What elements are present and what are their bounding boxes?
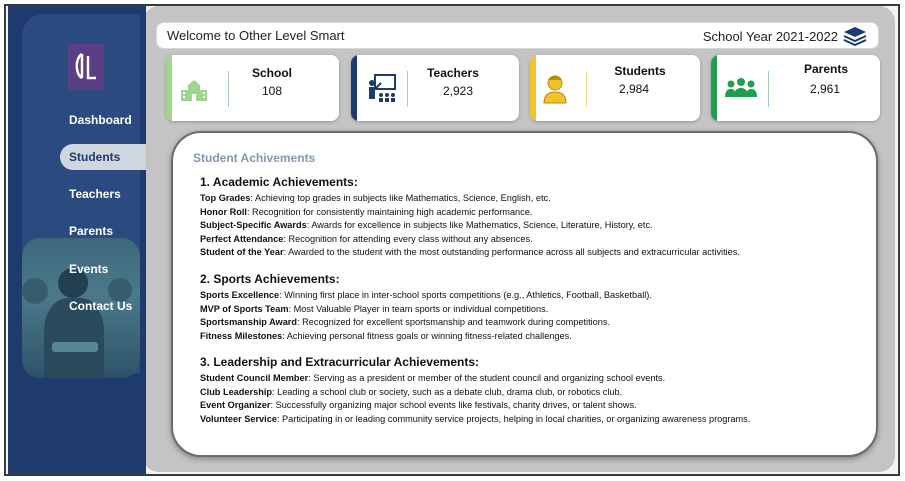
achievement-section-sports: 2. Sports Achievements: Sports Excellenc…	[200, 272, 860, 343]
item-text: : Winning first place in inter-school sp…	[279, 290, 652, 300]
list-item: Event Organizer: Successfully organizing…	[200, 399, 860, 413]
list-item: Student of the Year: Awarded to the stud…	[200, 246, 860, 260]
item-text: : Serving as a president or member of th…	[308, 373, 666, 383]
sidebar-item-label: Parents	[69, 224, 114, 238]
sidebar-item-events[interactable]: Events	[60, 256, 146, 282]
item-term: Event Organizer	[200, 400, 271, 410]
panel-title: Student Achivements	[193, 151, 316, 165]
list-item: Fitness Milestones: Achieving personal f…	[200, 330, 860, 344]
card-label: Students	[614, 64, 666, 78]
card-accent	[166, 55, 172, 121]
achievements-panel: Student Achivements 1. Academic Achievem…	[171, 131, 878, 457]
item-text: : Recognition for attending every class …	[283, 233, 533, 244]
card-value: 2,984	[618, 82, 650, 96]
item-term: Top Grades	[200, 193, 251, 203]
item-term: Subject-Specific Awards	[200, 220, 307, 230]
header-bar: Welcome to Other Level Smart School Year…	[156, 22, 879, 49]
item-text: : Achieving top grades in subjects like …	[250, 193, 551, 203]
stat-card-parents[interactable]: Parents 2,961	[711, 55, 880, 121]
section-heading: 2. Sports Achievements:	[200, 272, 340, 286]
card-value: 2,923	[442, 84, 474, 98]
list-item: Sportsmanship Award: Recognized for exce…	[200, 316, 860, 330]
item-text: : Recognized for excellent sportsmanship…	[297, 317, 611, 327]
student-person-icon	[542, 72, 568, 109]
card-accent	[711, 55, 717, 121]
card-divider	[768, 71, 769, 107]
item-term: Fitness Milestones	[200, 330, 283, 341]
sidebar-item-contact-us[interactable]: Contact Us	[60, 293, 146, 319]
item-term: Student of the Year	[200, 247, 284, 257]
books-icon	[842, 26, 868, 51]
item-text: : Achieving personal fitness goals or wi…	[282, 330, 572, 341]
section-heading: 1. Academic Achievements:	[200, 175, 358, 189]
list-item: Subject-Specific Awards: Awards for exce…	[200, 219, 860, 233]
section-heading: 3. Leadership and Extracurricular Achiev…	[200, 355, 479, 369]
item-term: Sports Excellence	[200, 290, 280, 300]
card-value: 108	[261, 84, 283, 98]
card-label: School	[251, 66, 292, 80]
card-value: 2,961	[809, 82, 841, 96]
sidebar-item-dashboard[interactable]: Dashboard	[60, 107, 146, 133]
sidebar-item-label: Teachers	[69, 187, 121, 201]
item-text: : Leading a school club or society, such…	[271, 386, 623, 397]
stat-card-students[interactable]: Students 2,984	[530, 55, 700, 121]
item-term: Sportsmanship Award	[200, 317, 297, 327]
sidebar-item-label: Students	[69, 150, 121, 164]
teacher-board-icon	[367, 73, 397, 110]
item-term: MVP of Sports Team	[200, 303, 289, 314]
list-item: Top Grades: Achieving top grades in subj…	[200, 192, 860, 206]
sidebar-item-label: Contact Us	[69, 299, 133, 313]
sidebar-item-label: Events	[69, 262, 109, 276]
item-text: : Awarded to the student with the most o…	[283, 247, 740, 257]
welcome-title: Welcome to Other Level Smart	[167, 28, 345, 43]
school-year-label: School Year 2021-2022	[702, 29, 838, 44]
sidebar-item-students[interactable]: Students	[60, 144, 146, 170]
stat-card-school[interactable]: School 108	[166, 55, 339, 121]
list-item: Perfect Attendance: Recognition for atte…	[200, 233, 860, 247]
card-label: Teachers	[427, 66, 479, 80]
item-text: : Recognition for consistently maintaini…	[246, 206, 533, 217]
item-term: Volunteer Service	[200, 413, 277, 424]
item-term: Student Council Member	[200, 373, 309, 383]
stat-card-teachers[interactable]: Teachers 2,923	[351, 55, 519, 121]
sidebar-item-parents[interactable]: Parents	[60, 218, 146, 244]
sidebar-item-label: Dashboard	[69, 113, 132, 127]
card-accent	[530, 55, 536, 121]
item-text: : Successfully organizing major school e…	[270, 400, 637, 410]
card-label: Parents	[803, 62, 849, 76]
item-term: Perfect Attendance	[200, 233, 284, 244]
school-building-icon	[180, 77, 208, 108]
item-text: : Awards for excellence in subjects like…	[306, 220, 653, 230]
item-text: : Participating in or leading community …	[276, 413, 751, 424]
sidebar-item-teachers[interactable]: Teachers	[60, 181, 146, 207]
item-text: : Most Valuable Player in team sports or…	[288, 303, 549, 314]
list-item: Volunteer Service: Participating in or l…	[200, 413, 860, 427]
parents-group-icon	[725, 77, 757, 104]
app-logo	[68, 44, 104, 90]
card-accent	[351, 55, 357, 121]
list-item: Student Council Member: Serving as a pre…	[200, 372, 860, 386]
item-term: Honor Roll	[200, 206, 247, 217]
list-item: MVP of Sports Team: Most Valuable Player…	[200, 303, 860, 317]
item-term: Club Leadership	[200, 386, 272, 397]
list-item: Club Leadership: Leading a school club o…	[200, 386, 860, 400]
list-item: Sports Excellence: Winning first place i…	[200, 289, 860, 303]
list-item: Honor Roll: Recognition for consistently…	[200, 206, 860, 220]
achievement-section-leadership: 3. Leadership and Extracurricular Achiev…	[200, 355, 860, 426]
achievement-section-academic: 1. Academic Achievements: Top Grades: Ac…	[200, 175, 860, 260]
